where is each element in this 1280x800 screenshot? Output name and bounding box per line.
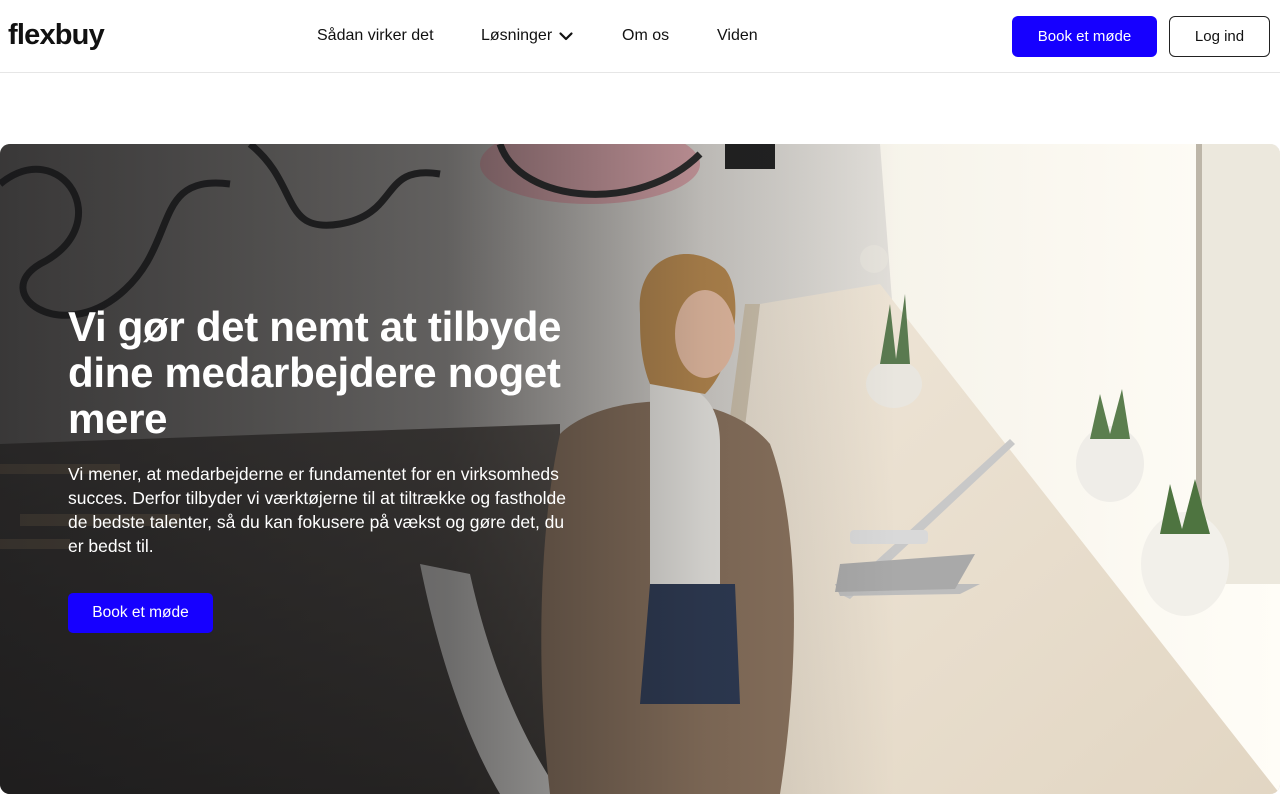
hero-content: Vi gør det nemt at tilbyde dine medarbej… (68, 304, 578, 558)
nav-link-about[interactable]: Om os (622, 25, 669, 47)
flexbuy-logo[interactable]: flexbuy (8, 16, 105, 54)
nav-dropdown-solutions[interactable]: Løsninger (481, 25, 574, 47)
nav-link-how-it-works[interactable]: Sådan virker det (317, 25, 434, 47)
nav-link-knowledge[interactable]: Viden (717, 25, 758, 47)
site-header: flexbuy Sådan virker det Løsninger Om os… (0, 0, 1280, 73)
chevron-down-icon (558, 28, 574, 44)
hero-description: Vi mener, at medarbejderne er fundamente… (68, 464, 566, 556)
hero-title: Vi gør det nemt at tilbyde dine medarbej… (68, 303, 562, 442)
login-button[interactable]: Log ind (1169, 16, 1270, 57)
book-meeting-button-header[interactable]: Book et møde (1012, 16, 1157, 57)
nav-link-solutions-label: Løsninger (481, 27, 553, 44)
hero-section: Vi gør det nemt at tilbyde dine medarbej… (0, 144, 1280, 794)
book-meeting-button-hero[interactable]: Book et møde (68, 593, 213, 633)
